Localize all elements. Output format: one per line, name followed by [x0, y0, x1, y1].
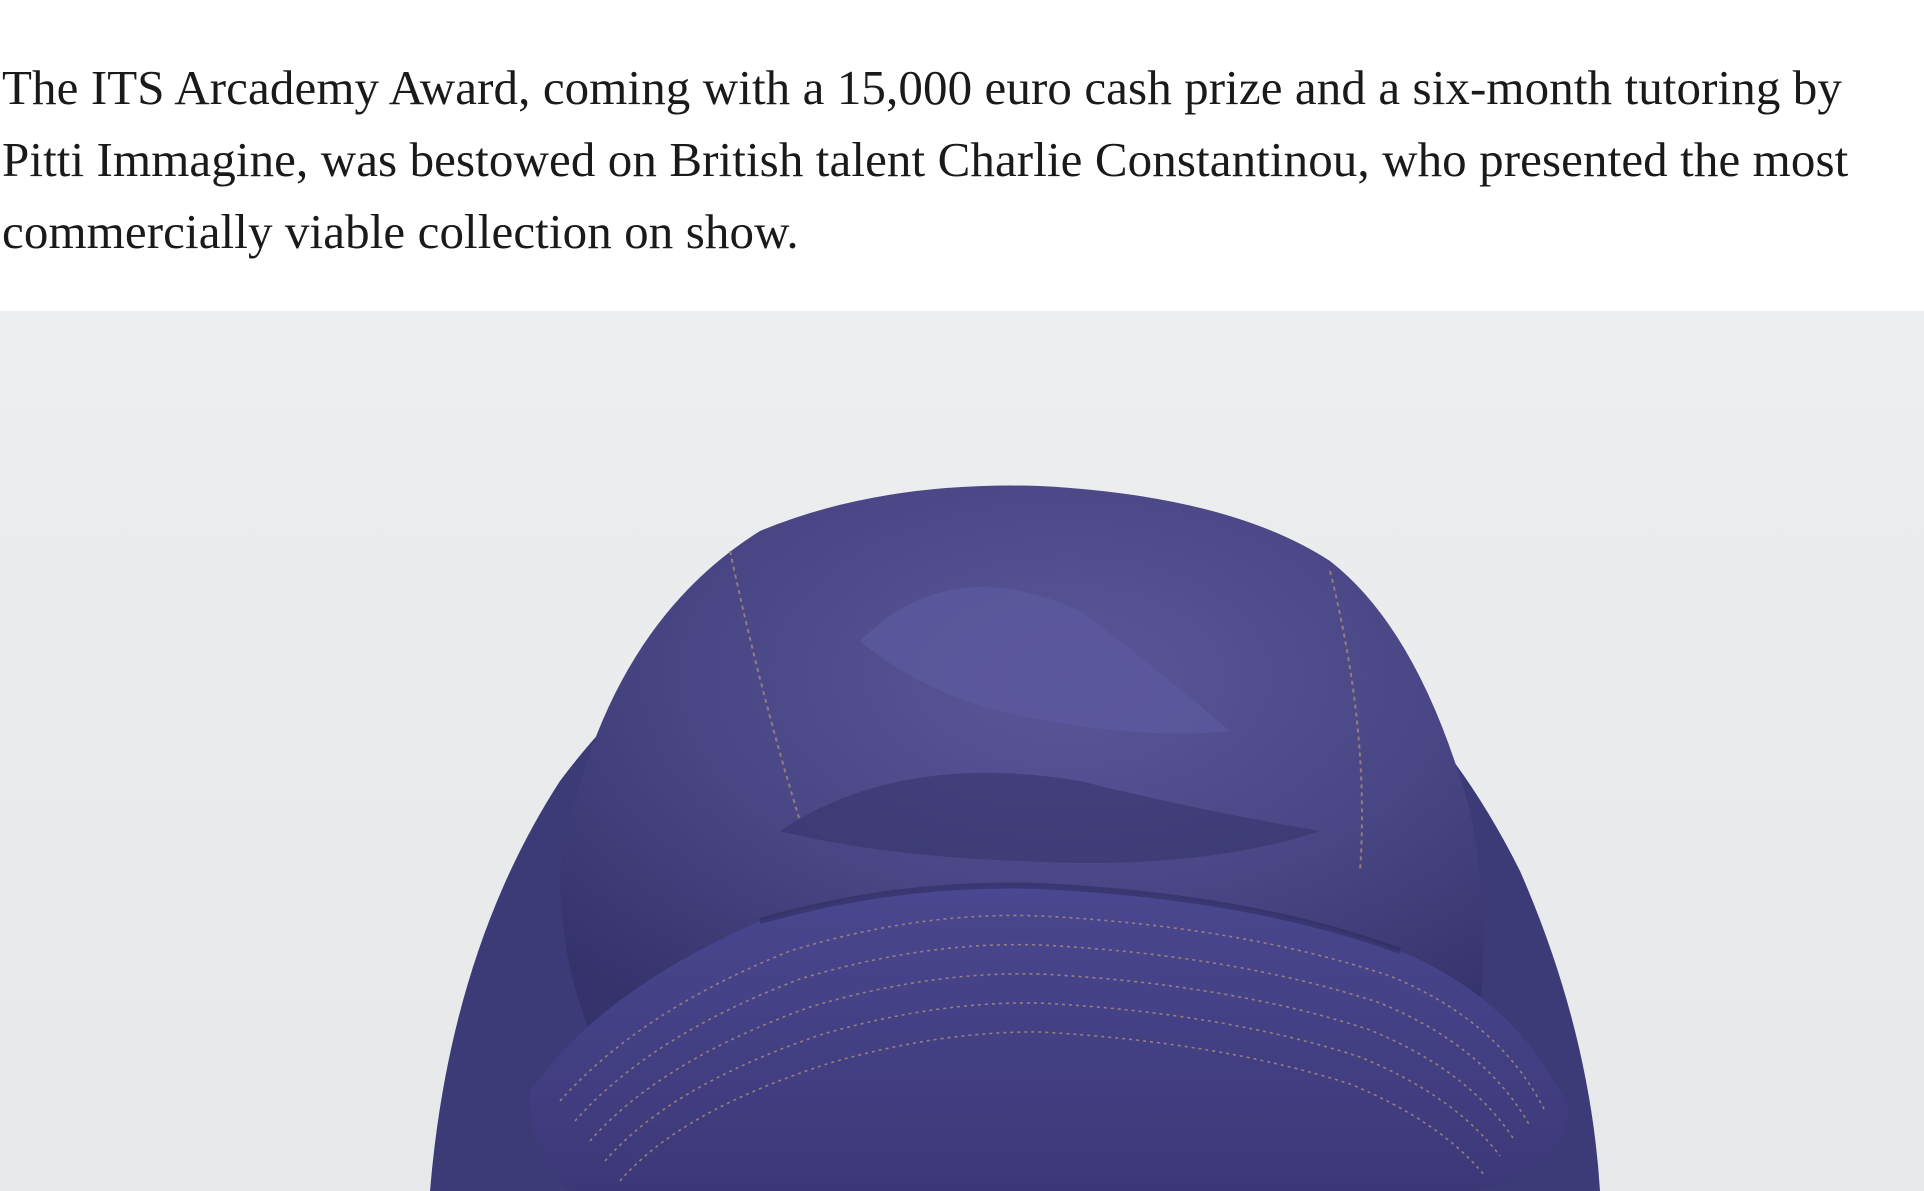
- article-page: The ITS Arcademy Award, coming with a 15…: [0, 0, 1924, 1191]
- article-photo: [0, 311, 1924, 1191]
- hat-photo-illustration: [0, 311, 1924, 1191]
- article-paragraph: The ITS Arcademy Award, coming with a 15…: [2, 60, 1849, 259]
